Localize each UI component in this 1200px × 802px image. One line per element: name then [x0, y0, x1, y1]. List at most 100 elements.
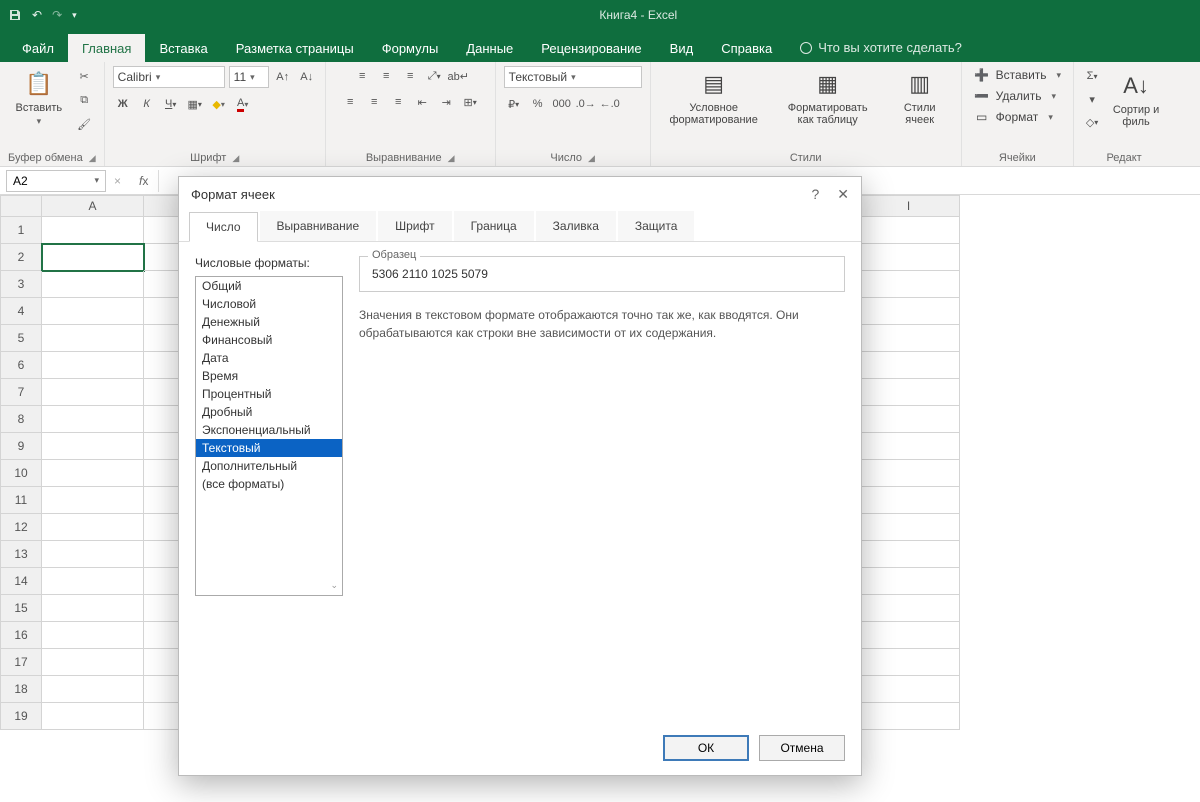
cell[interactable]: [42, 622, 144, 649]
underline-icon[interactable]: Ч▾: [161, 94, 181, 114]
ok-button[interactable]: ОК: [663, 735, 749, 761]
cell[interactable]: [42, 460, 144, 487]
cell[interactable]: [858, 487, 960, 514]
align-top-icon[interactable]: ≡: [352, 66, 372, 86]
cancel-button[interactable]: Отмена: [759, 735, 845, 761]
row-header[interactable]: 9: [0, 433, 42, 460]
row-header[interactable]: 19: [0, 703, 42, 730]
align-center-icon[interactable]: ≡: [364, 92, 384, 112]
cell[interactable]: [858, 325, 960, 352]
outdent-icon[interactable]: ⇤: [412, 92, 432, 112]
cell[interactable]: [42, 487, 144, 514]
row-header[interactable]: 1: [0, 217, 42, 244]
tab-pagelayout[interactable]: Разметка страницы: [222, 34, 368, 62]
column-header[interactable]: I: [858, 195, 960, 217]
category-item[interactable]: Денежный: [196, 313, 342, 331]
cell[interactable]: [858, 514, 960, 541]
fill-icon[interactable]: ▾: [1082, 89, 1102, 109]
cell[interactable]: [42, 703, 144, 730]
tab-home[interactable]: Главная: [68, 34, 145, 62]
cell[interactable]: [858, 433, 960, 460]
category-item[interactable]: Числовой: [196, 295, 342, 313]
help-icon[interactable]: ?: [811, 186, 819, 203]
format-painter-icon[interactable]: 🖌: [74, 114, 94, 134]
align-middle-icon[interactable]: ≡: [376, 66, 396, 86]
tab-data[interactable]: Данные: [452, 34, 527, 62]
sort-filter-button[interactable]: A↓Сортир и филь: [1106, 68, 1166, 130]
merge-icon[interactable]: ⊞▾: [460, 92, 480, 112]
fill-color-icon[interactable]: ◆▾: [209, 94, 229, 114]
dialog-tab[interactable]: Число: [189, 212, 258, 242]
fx-icon[interactable]: fx: [129, 174, 158, 188]
orientation-icon[interactable]: ⤢▾: [424, 66, 444, 86]
tab-view[interactable]: Вид: [656, 34, 708, 62]
column-header[interactable]: A: [42, 195, 144, 217]
row-header[interactable]: 3: [0, 271, 42, 298]
align-launcher-icon[interactable]: ◢: [448, 153, 455, 164]
tab-review[interactable]: Рецензирование: [527, 34, 655, 62]
cell[interactable]: [42, 298, 144, 325]
cell[interactable]: [42, 406, 144, 433]
category-item[interactable]: Текстовый: [196, 439, 342, 457]
align-left-icon[interactable]: ≡: [340, 92, 360, 112]
category-item[interactable]: Дробный: [196, 403, 342, 421]
cell[interactable]: [858, 595, 960, 622]
currency-icon[interactable]: ₽▾: [504, 94, 524, 114]
row-header[interactable]: 2: [0, 244, 42, 271]
cell[interactable]: [858, 703, 960, 730]
dialog-tab[interactable]: Защита: [618, 211, 695, 241]
row-header[interactable]: 17: [0, 649, 42, 676]
number-format-combo[interactable]: Текстовый▾: [504, 66, 642, 88]
row-header[interactable]: 10: [0, 460, 42, 487]
cell[interactable]: [42, 568, 144, 595]
cell[interactable]: [42, 676, 144, 703]
cell[interactable]: [858, 649, 960, 676]
cell[interactable]: [42, 379, 144, 406]
row-header[interactable]: 12: [0, 514, 42, 541]
cell[interactable]: [42, 433, 144, 460]
dialog-tab[interactable]: Выравнивание: [260, 211, 377, 241]
name-box[interactable]: A2▾: [6, 170, 106, 192]
autosum-icon[interactable]: Σ▾: [1082, 66, 1102, 86]
cell[interactable]: [858, 622, 960, 649]
row-header[interactable]: 7: [0, 379, 42, 406]
row-header[interactable]: 14: [0, 568, 42, 595]
tab-file[interactable]: Файл: [8, 34, 68, 62]
cell[interactable]: [858, 460, 960, 487]
row-header[interactable]: 6: [0, 352, 42, 379]
cell[interactable]: [42, 352, 144, 379]
save-icon[interactable]: [8, 8, 22, 22]
inc-decimal-icon[interactable]: .0→: [576, 94, 596, 114]
percent-icon[interactable]: %: [528, 94, 548, 114]
dec-decimal-icon[interactable]: ←.0: [600, 94, 620, 114]
cell[interactable]: [42, 514, 144, 541]
row-header[interactable]: 4: [0, 298, 42, 325]
redo-icon[interactable]: ↷: [52, 8, 62, 22]
cell[interactable]: [858, 352, 960, 379]
cell[interactable]: [42, 595, 144, 622]
bold-icon[interactable]: Ж: [113, 94, 133, 114]
tab-help[interactable]: Справка: [707, 34, 786, 62]
row-header[interactable]: 15: [0, 595, 42, 622]
category-item[interactable]: Дата: [196, 349, 342, 367]
cell[interactable]: [858, 379, 960, 406]
cell[interactable]: [42, 271, 144, 298]
tab-insert[interactable]: Вставка: [145, 34, 221, 62]
cell[interactable]: [858, 244, 960, 271]
category-item[interactable]: Общий: [196, 277, 342, 295]
grow-font-icon[interactable]: A↑: [273, 67, 293, 87]
border-icon[interactable]: ▦▾: [185, 94, 205, 114]
row-header[interactable]: 18: [0, 676, 42, 703]
font-color-icon[interactable]: А▾: [233, 94, 253, 114]
dialog-tab[interactable]: Шрифт: [378, 211, 451, 241]
cell[interactable]: [42, 244, 144, 271]
category-item[interactable]: Время: [196, 367, 342, 385]
undo-icon[interactable]: ↶: [32, 8, 42, 22]
clear-icon[interactable]: ◇▾: [1082, 112, 1102, 132]
row-header[interactable]: 11: [0, 487, 42, 514]
comma-icon[interactable]: 000: [552, 94, 572, 114]
category-item[interactable]: Дополнительный: [196, 457, 342, 475]
cut-icon[interactable]: ✂: [74, 66, 94, 86]
category-item[interactable]: (все форматы): [196, 475, 342, 493]
cell[interactable]: [42, 325, 144, 352]
